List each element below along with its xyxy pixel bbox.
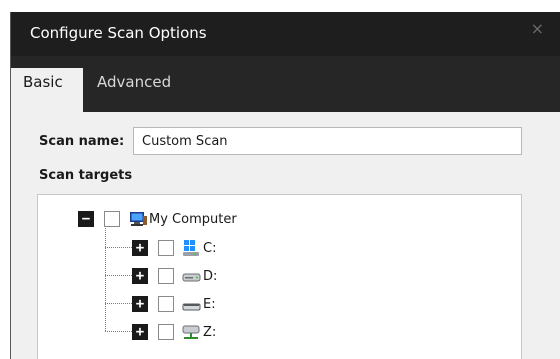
expand-button[interactable]: + <box>132 324 148 340</box>
tree-node-label: D: <box>203 269 218 284</box>
tree-node-label: C: <box>203 241 217 256</box>
checkbox-drive-c[interactable] <box>158 240 174 256</box>
hard-drive-icon <box>182 273 201 282</box>
windows-drive-icon <box>183 240 199 256</box>
removable-drive-icon <box>182 303 201 311</box>
tree-node-my-computer[interactable]: − My Computer <box>38 210 298 230</box>
tree-node-drive-d[interactable]: + D: <box>38 266 217 286</box>
scan-targets-tree: − My Computer + C: + D: + E: + Z: <box>37 194 522 359</box>
dialog-title: Configure Scan Options <box>30 24 207 42</box>
close-icon[interactable]: × <box>531 21 544 37</box>
scan-name-input[interactable] <box>133 127 522 155</box>
expand-button[interactable]: + <box>132 240 148 256</box>
expand-button[interactable]: + <box>132 296 148 312</box>
tree-node-label: E: <box>203 297 216 312</box>
tab-advanced[interactable]: Advanced <box>97 68 171 112</box>
scan-targets-label: Scan targets <box>39 168 133 183</box>
tree-node-drive-e[interactable]: + E: <box>38 294 216 314</box>
titlebar: Configure Scan Options × <box>11 12 560 56</box>
tree-node-drive-z[interactable]: + Z: <box>38 322 216 342</box>
tab-basic[interactable]: Basic <box>11 68 83 112</box>
collapse-button[interactable]: − <box>78 211 94 227</box>
network-drive-icon <box>182 325 200 339</box>
tree-node-label: Z: <box>203 325 217 340</box>
tree-node-drive-c[interactable]: + C: <box>38 238 216 258</box>
configure-scan-dialog: Configure Scan Options × Basic Advanced … <box>10 12 560 359</box>
expand-button[interactable]: + <box>132 268 148 284</box>
checkbox-drive-d[interactable] <box>158 268 174 284</box>
checkbox-my-computer[interactable] <box>104 211 120 227</box>
scan-name-label: Scan name: <box>39 134 125 149</box>
checkbox-drive-e[interactable] <box>158 296 174 312</box>
checkbox-drive-z[interactable] <box>158 324 174 340</box>
computer-icon <box>130 212 147 226</box>
tab-bar: Basic Advanced <box>11 56 560 112</box>
tree-node-label: My Computer <box>149 212 237 227</box>
